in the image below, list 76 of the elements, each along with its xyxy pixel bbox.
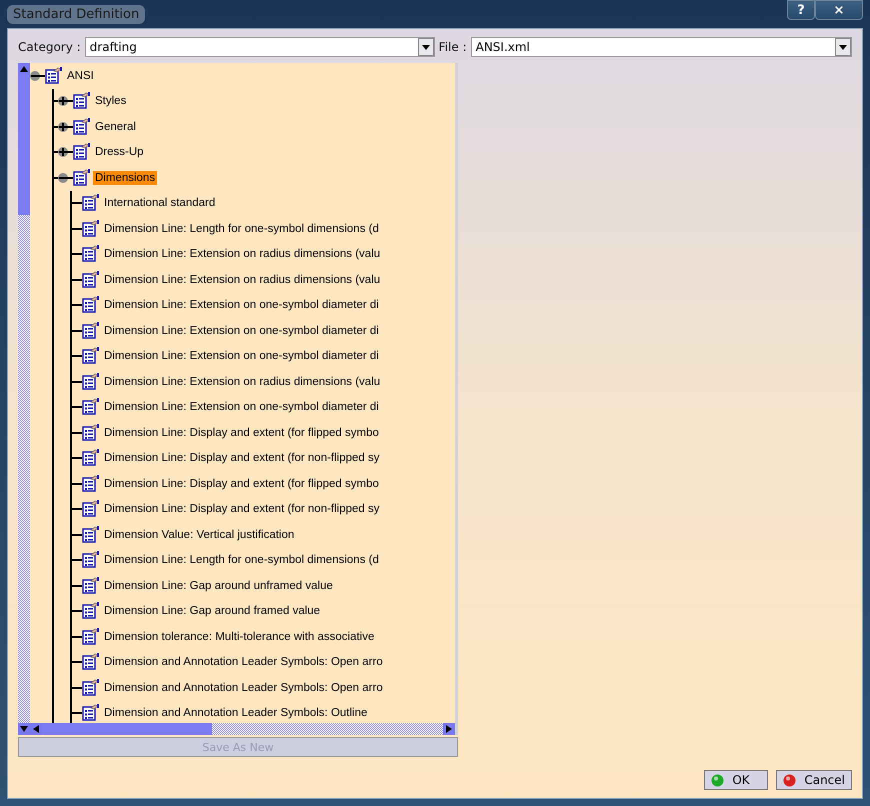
category-label: Category : bbox=[18, 40, 81, 54]
collapse-icon[interactable] bbox=[57, 172, 69, 184]
tree-item[interactable]: International standard bbox=[102, 196, 218, 210]
tree-item[interactable]: Styles bbox=[93, 94, 128, 108]
tree-item[interactable]: Dimension Line: Display and extent (for non-flipped sy bbox=[102, 451, 382, 466]
tree-item[interactable]: Dimension Line: Display and extent (for non-flipped sy bbox=[102, 502, 382, 516]
scroll-left-icon[interactable] bbox=[30, 723, 42, 735]
document-icon bbox=[82, 628, 100, 646]
tree-item[interactable]: Dimension Line: Extension on one-symbol diameter di bbox=[102, 298, 381, 312]
help-button[interactable]: ? bbox=[787, 0, 815, 20]
tree-item[interactable]: Dimension and Annotation Leader Symbols: Open arro bbox=[102, 655, 385, 670]
tree-item[interactable]: Dress-Up bbox=[93, 145, 146, 160]
document-icon bbox=[73, 92, 91, 110]
tree-item[interactable]: Dimension and Annotation Leader Symbols: Open arro bbox=[102, 680, 385, 695]
scroll-up-icon[interactable] bbox=[18, 63, 30, 75]
document-icon bbox=[82, 526, 100, 544]
scrollbar-thumb[interactable] bbox=[18, 75, 30, 215]
status-dot-icon bbox=[783, 774, 796, 786]
tree-item[interactable]: Dimension Value: Vertical justification bbox=[102, 528, 296, 542]
expand-icon[interactable] bbox=[57, 120, 69, 133]
close-button[interactable]: × bbox=[815, 0, 863, 20]
ok-button[interactable]: OK bbox=[704, 770, 768, 790]
document-icon bbox=[82, 322, 100, 340]
scrollbar-thumb[interactable] bbox=[42, 723, 212, 735]
document-icon bbox=[82, 245, 100, 264]
tree-item[interactable]: Dimension Line: Extension on radius dimensions (valu bbox=[102, 272, 382, 287]
window-title: Standard Definition bbox=[7, 4, 146, 24]
expand-icon[interactable] bbox=[57, 95, 69, 108]
status-dot-icon bbox=[711, 774, 724, 786]
tree-item[interactable]: Dimension Line: Display and extent (for flipped symbo bbox=[102, 426, 381, 440]
document-icon bbox=[73, 118, 91, 136]
document-icon bbox=[82, 449, 100, 468]
document-icon bbox=[82, 500, 100, 518]
document-icon bbox=[82, 551, 100, 570]
document-icon bbox=[82, 474, 100, 493]
vertical-scrollbar[interactable] bbox=[18, 63, 30, 735]
tree-item[interactable]: Dimension Line: Extension on one-symbol diameter di bbox=[102, 324, 381, 338]
document-icon bbox=[73, 168, 91, 187]
document-icon bbox=[82, 602, 100, 620]
tree-item[interactable]: Dimension Line: Extension on radius dimensions (valu bbox=[102, 247, 382, 262]
file-dropdown[interactable]: ANSI.xml bbox=[470, 37, 852, 57]
document-icon bbox=[82, 296, 100, 314]
document-icon bbox=[82, 704, 100, 722]
document-icon bbox=[82, 576, 100, 595]
tree-item[interactable]: Dimension Line: Gap around framed value bbox=[102, 604, 322, 618]
tree-item[interactable]: Dimension Line: Extension on one-symbol diameter di bbox=[102, 349, 381, 364]
category-dropdown[interactable]: drafting bbox=[84, 37, 435, 57]
document-icon bbox=[82, 220, 100, 238]
document-icon bbox=[82, 398, 100, 416]
tree-item[interactable]: Dimension Line: Extension on radius dimensions (valu bbox=[102, 374, 382, 389]
document-icon bbox=[82, 678, 100, 697]
tree-item[interactable]: Dimension Line: Extension on one-symbol diameter di bbox=[102, 400, 381, 414]
tree-item[interactable]: General bbox=[93, 120, 138, 134]
expand-icon[interactable] bbox=[57, 146, 69, 158]
scroll-down-icon[interactable] bbox=[18, 723, 30, 735]
file-label: File : bbox=[438, 40, 467, 54]
collapse-icon[interactable] bbox=[30, 70, 41, 82]
document-icon bbox=[82, 194, 100, 212]
horizontal-scrollbar[interactable] bbox=[30, 723, 455, 735]
document-icon bbox=[45, 66, 63, 85]
tree-item[interactable]: Dimension Line: Length for one-symbol dimensions (d bbox=[102, 222, 381, 236]
tree-item[interactable]: Dimension Line: Length for one-symbol dimensions (d bbox=[102, 553, 381, 568]
tree-item[interactable]: Dimensions bbox=[93, 170, 158, 185]
document-icon bbox=[82, 347, 100, 366]
tree-item[interactable]: ANSI bbox=[65, 68, 96, 83]
tree-item[interactable]: Dimension Line: Gap around unframed value bbox=[102, 578, 335, 593]
document-icon bbox=[82, 424, 100, 442]
cancel-button[interactable]: Cancel bbox=[776, 770, 852, 790]
document-icon bbox=[82, 270, 100, 289]
tree-item[interactable]: Dimension tolerance: Multi-tolerance with associative bbox=[102, 630, 376, 644]
document-icon bbox=[82, 372, 100, 391]
tree-item[interactable]: Dimension and Annotation Leader Symbols: Outline bbox=[102, 706, 370, 720]
scroll-right-icon[interactable] bbox=[443, 723, 455, 735]
tree-item[interactable]: Dimension Line: Display and extent (for flipped symbo bbox=[102, 476, 381, 491]
document-icon bbox=[82, 653, 100, 672]
document-icon bbox=[73, 143, 91, 162]
